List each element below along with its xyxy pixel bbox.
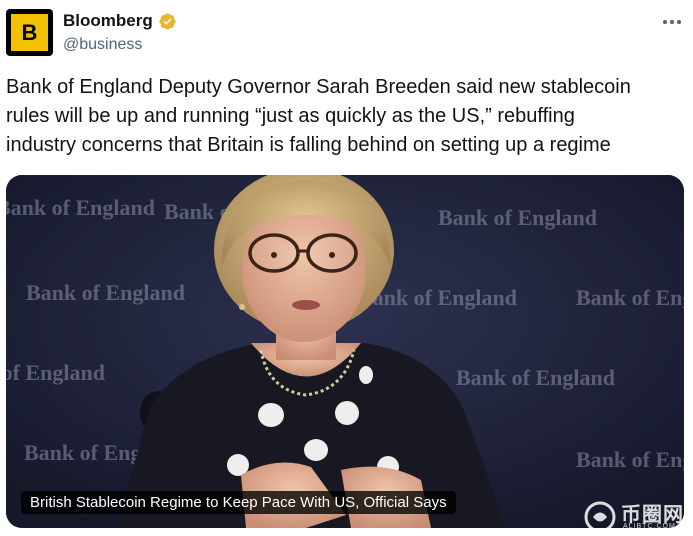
display-name-row: Bloomberg xyxy=(63,10,177,32)
backdrop-logo-text: Bank of England xyxy=(26,280,185,305)
author-names: Bloomberg @business xyxy=(63,10,177,54)
verified-badge-icon[interactable] xyxy=(158,12,177,31)
photo-illustration: Bank of England Bank of England Bank of … xyxy=(6,175,684,528)
tweet-text-line: rules will be up and running “just as qu… xyxy=(6,105,575,127)
tweet-media-photo[interactable]: Bank of England Bank of England Bank of … xyxy=(6,175,684,528)
more-dots-icon[interactable] xyxy=(659,10,685,34)
author-handle[interactable]: @business xyxy=(63,36,177,54)
tweet-text-line: Bank of England Deputy Governor Sarah Br… xyxy=(6,76,631,98)
backdrop-logo-text: Bank of England xyxy=(6,360,105,385)
tweet-text-line: industry concerns that Britain is fallin… xyxy=(6,134,611,156)
media-caption: British Stablecoin Regime to Keep Pace W… xyxy=(21,491,456,514)
author-avatar[interactable]: B xyxy=(6,9,53,56)
backdrop-logo-text: Bank of England xyxy=(6,195,155,220)
author-display-name[interactable]: Bloomberg xyxy=(63,11,153,31)
avatar-background: B xyxy=(11,14,48,51)
backdrop-logo-text: Bank of England xyxy=(456,365,615,390)
tweet-text: Bank of England Deputy Governor Sarah Br… xyxy=(6,73,687,160)
tweet-header: B Bloomberg @business xyxy=(6,8,687,58)
backdrop-logo-text: Bank of England xyxy=(438,205,597,230)
avatar-letter: B xyxy=(21,20,38,45)
watermark-logo-icon xyxy=(584,501,616,533)
backdrop-logo-text: Bank of England xyxy=(576,447,684,472)
site-watermark: 币圈网 ALIBTC.COM xyxy=(583,497,691,535)
watermark-subtitle: ALIBTC.COM xyxy=(623,523,676,530)
backdrop-logo-text: Bank of England xyxy=(576,285,684,310)
